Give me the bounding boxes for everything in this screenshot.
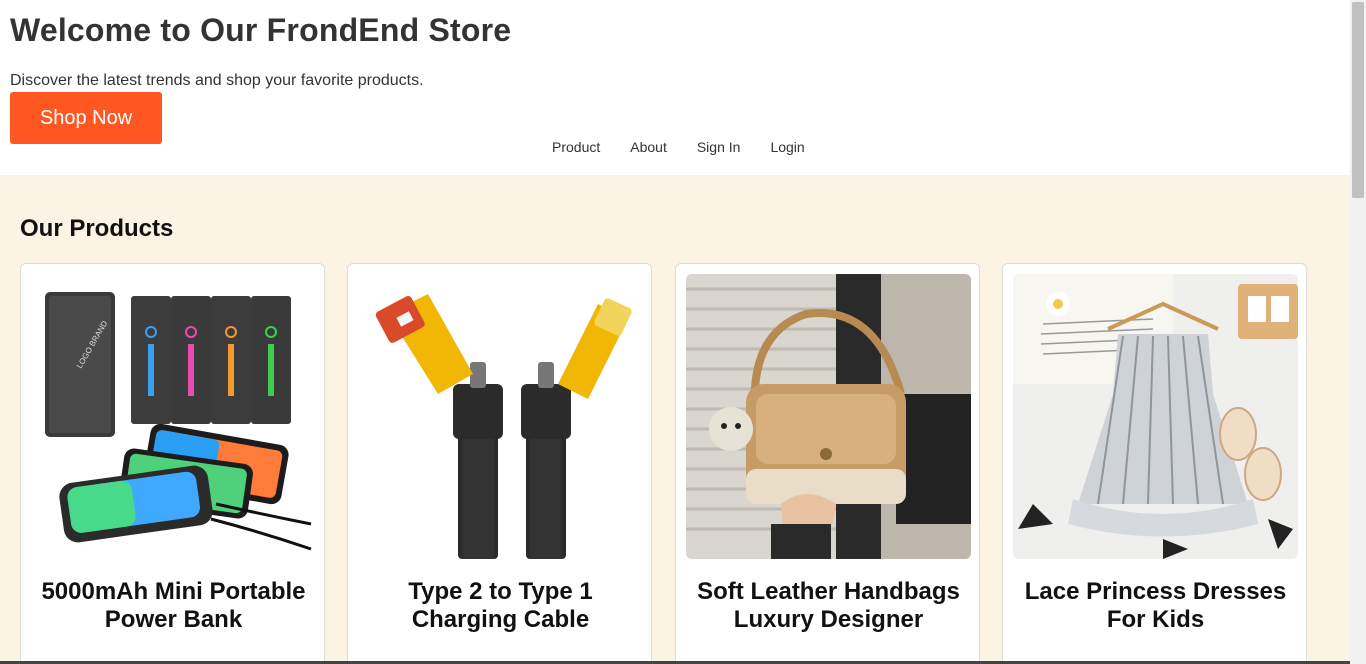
hero-subtitle: Discover the latest trends and shop your…	[10, 72, 424, 89]
power-bank-image[interactable]: LOGO BRAND	[31, 274, 316, 559]
scrollbar-thumb[interactable]	[1352, 2, 1364, 198]
page: Welcome to Our FrondEnd Store Discover t…	[0, 0, 1366, 664]
product-card[interactable]: LOGO BRAND 5000mAh Mini Portable Power B…	[20, 263, 325, 664]
kids-dress-image[interactable]	[1013, 274, 1298, 559]
handbag-image[interactable]	[686, 274, 971, 559]
charging-cable-image[interactable]	[358, 274, 643, 559]
nav-link-sign-in[interactable]: Sign In	[697, 139, 741, 155]
hero-title: Welcome to Our FrondEnd Store	[10, 12, 512, 48]
product-card[interactable]: Soft Leather Handbags Luxury Designer	[675, 263, 980, 664]
product-card[interactable]: Lace Princess Dresses For Kids	[1002, 263, 1307, 664]
product-name[interactable]: Lace Princess Dresses For Kids	[1013, 578, 1298, 634]
product-card[interactable]: Type 2 to Type 1 Charging Cable	[347, 263, 652, 664]
nav-link-about[interactable]: About	[630, 139, 667, 155]
main-nav: Product About Sign In Login	[552, 139, 835, 155]
product-name[interactable]: Soft Leather Handbags Luxury Designer	[686, 578, 971, 634]
product-name[interactable]: 5000mAh Mini Portable Power Bank	[31, 578, 316, 634]
nav-link-product[interactable]: Product	[552, 139, 600, 155]
shop-now-button[interactable]: Shop Now	[10, 92, 162, 144]
vertical-scrollbar[interactable]	[1350, 0, 1366, 664]
product-name[interactable]: Type 2 to Type 1 Charging Cable	[358, 578, 643, 634]
site-header: Welcome to Our FrondEnd Store Discover t…	[0, 0, 1350, 175]
products-title: Our Products	[20, 215, 174, 242]
products-section: Our Products LOGO BRAND 5000mAh Mini Por…	[0, 175, 1350, 664]
nav-link-login[interactable]: Login	[770, 139, 804, 155]
